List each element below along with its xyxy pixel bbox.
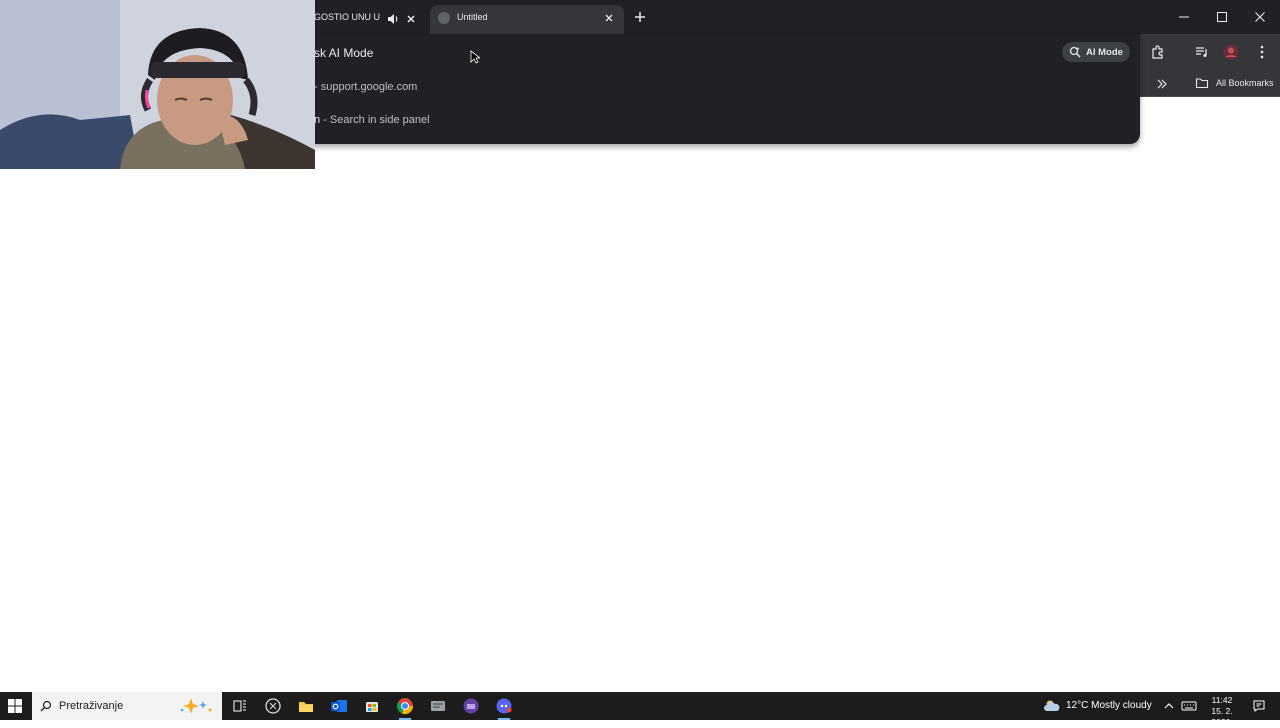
mouse-cursor-icon <box>470 50 480 64</box>
sparkle-icon <box>177 696 217 716</box>
cloudy-weather-icon[interactable] <box>1043 698 1061 714</box>
search-placeholder: Pretraživanje <box>59 700 124 712</box>
suggestion-text: - Search in side panel <box>323 114 430 126</box>
file-explorer-icon[interactable] <box>296 696 316 716</box>
chrome-icon[interactable] <box>395 696 415 720</box>
close-tab-icon[interactable] <box>602 11 616 25</box>
store-icon[interactable] <box>362 696 382 716</box>
app-purple-icon[interactable] <box>461 696 481 716</box>
chevron-right-icon[interactable] <box>1155 77 1169 91</box>
more-menu-icon[interactable] <box>1254 44 1270 60</box>
taskbar-search-box[interactable]: Pretraživanje <box>32 692 222 720</box>
globe-icon <box>438 12 450 24</box>
omnibox-dropdown: sk AI Mode AI Mode - support.google.com … <box>300 34 1140 144</box>
windows-start-icon[interactable] <box>8 699 22 713</box>
ai-mode-label: AI Mode <box>1086 47 1123 58</box>
omnibox-query[interactable]: sk AI Mode <box>314 46 373 60</box>
ai-search-icon <box>1069 46 1081 58</box>
all-bookmarks-link[interactable]: All Bookmarks <box>1216 78 1274 88</box>
tab-title: Untitled <box>457 12 488 22</box>
suggestion-item[interactable]: - support.google.com <box>314 81 417 93</box>
extensions-icon[interactable] <box>1150 44 1166 60</box>
discord-icon[interactable] <box>494 696 514 720</box>
date-text: 15. 2. 2026. <box>1211 706 1233 727</box>
tab-title: GOSTIO UNU UKI <box>314 12 380 22</box>
webcam-overlay <box>0 0 315 169</box>
ai-mode-button[interactable]: AI Mode <box>1062 42 1130 62</box>
profile-avatar[interactable] <box>1223 44 1239 60</box>
speaker-icon[interactable] <box>386 12 400 26</box>
keyboard-icon[interactable] <box>1181 699 1197 713</box>
close-window-icon[interactable] <box>1252 9 1268 25</box>
minimize-icon[interactable] <box>1176 9 1192 25</box>
notifications-icon[interactable] <box>1252 699 1266 713</box>
close-tab-icon[interactable] <box>404 12 418 26</box>
weather-text[interactable]: 12°C Mostly cloudy <box>1066 700 1152 711</box>
new-tab-button[interactable] <box>632 9 648 25</box>
time-text: 11:42 <box>1211 695 1233 705</box>
chevron-up-icon[interactable] <box>1162 699 1176 713</box>
copilot-icon[interactable] <box>263 696 283 716</box>
tab-active[interactable]: Untitled <box>430 5 624 34</box>
task-view-icon[interactable] <box>230 696 250 716</box>
tab-previous[interactable]: GOSTIO UNU UKI <box>300 5 422 34</box>
suggestion-item[interactable]: n - Search in side panel <box>314 114 430 126</box>
folder-icon[interactable] <box>1195 76 1209 90</box>
app-gray-icon[interactable] <box>428 696 448 716</box>
search-icon <box>40 700 52 712</box>
maximize-icon[interactable] <box>1214 9 1230 25</box>
webcam-person-image <box>0 0 315 169</box>
media-control-icon[interactable] <box>1194 44 1210 60</box>
clock[interactable]: 11:42 15. 2. 2026. <box>1202 695 1242 728</box>
suggestion-text: support.google.com <box>320 81 418 93</box>
outlook-icon[interactable] <box>329 696 349 716</box>
taskbar: Pretraživanje 12°C Mostly cloudy 11:42 1… <box>0 692 1280 727</box>
